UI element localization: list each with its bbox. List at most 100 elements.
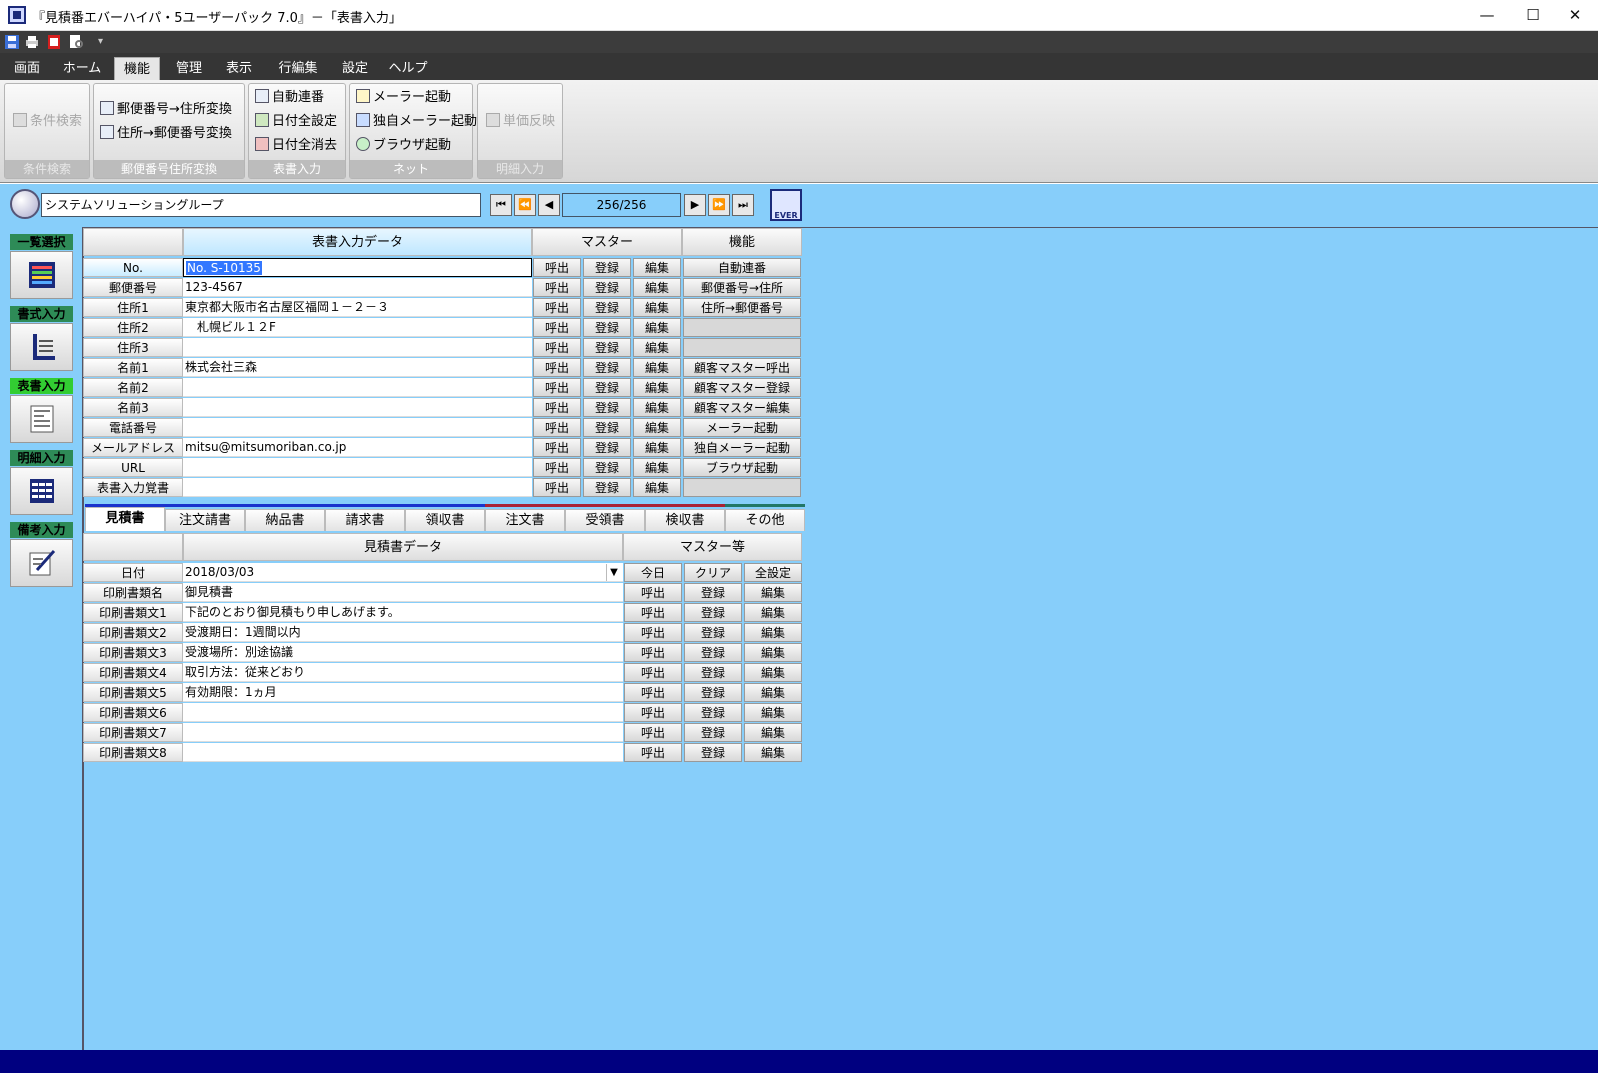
cover-edit-button-postal-code[interactable]: 編集 xyxy=(633,278,681,297)
estimate-register-button-doc-text2[interactable]: 登録 xyxy=(684,623,742,642)
cover-register-button-address3[interactable]: 登録 xyxy=(583,338,631,357)
cover-register-button-cover-memo[interactable]: 登録 xyxy=(583,478,631,497)
clear-all-dates-button[interactable]: 日付全消去 xyxy=(255,136,337,156)
cover-field-address3[interactable] xyxy=(183,338,532,357)
cover-recall-button-address1[interactable]: 呼出 xyxy=(533,298,581,317)
estimate-edit-button-doc-text6[interactable]: 編集 xyxy=(744,703,802,722)
cover-function-button-email[interactable]: 独自メーラー起動 xyxy=(683,438,801,457)
clear-date-button[interactable]: クリア xyxy=(684,563,742,582)
ever-save-icon[interactable]: EVER xyxy=(770,189,802,221)
next-page-button[interactable]: ⏩ xyxy=(708,194,730,216)
estimate-recall-button-doc-text8[interactable]: 呼出 xyxy=(624,743,682,762)
cover-edit-button-cover-memo[interactable]: 編集 xyxy=(633,478,681,497)
cover-register-button-name3[interactable]: 登録 xyxy=(583,398,631,417)
cover-recall-button-phone[interactable]: 呼出 xyxy=(533,418,581,437)
estimate-field-doc-text2[interactable]: 受渡期日：1週間以内 xyxy=(183,623,623,642)
cover-edit-button-phone[interactable]: 編集 xyxy=(633,418,681,437)
pdf-icon[interactable] xyxy=(46,34,62,50)
cover-edit-button-address3[interactable]: 編集 xyxy=(633,338,681,357)
cover-function-button-name2[interactable]: 顧客マスター登録 xyxy=(683,378,801,397)
estimate-register-button-doc-text5[interactable]: 登録 xyxy=(684,683,742,702)
set-all-date-button[interactable]: 全設定 xyxy=(744,563,802,582)
cover-edit-button-name1[interactable]: 編集 xyxy=(633,358,681,377)
tab-settings[interactable]: 設定 xyxy=(334,57,376,80)
tab-receipt[interactable]: 領収書 xyxy=(405,509,485,531)
estimate-edit-button-doc-text4[interactable]: 編集 xyxy=(744,663,802,682)
estimate-edit-button-doc-name[interactable]: 編集 xyxy=(744,583,802,602)
qat-customize-icon[interactable]: ▾ xyxy=(98,34,110,50)
cover-function-button-url[interactable]: ブラウザ起動 xyxy=(683,458,801,477)
cover-field-phone[interactable] xyxy=(183,418,532,437)
sidebar-item-cover-input[interactable] xyxy=(10,395,73,443)
estimate-register-button-doc-text4[interactable]: 登録 xyxy=(684,663,742,682)
cover-field-name2[interactable] xyxy=(183,378,532,397)
tab-estimate[interactable]: 見積書 xyxy=(85,507,165,531)
estimate-recall-button-doc-text3[interactable]: 呼出 xyxy=(624,643,682,662)
cover-function-button-no[interactable]: 自動連番 xyxy=(683,258,801,277)
date-input[interactable]: 2018/03/03 xyxy=(183,563,623,582)
cover-register-button-name2[interactable]: 登録 xyxy=(583,378,631,397)
cover-recall-button-name1[interactable]: 呼出 xyxy=(533,358,581,377)
estimate-edit-button-doc-text1[interactable]: 編集 xyxy=(744,603,802,622)
cover-register-button-address1[interactable]: 登録 xyxy=(583,298,631,317)
cover-register-button-name1[interactable]: 登録 xyxy=(583,358,631,377)
cover-function-button-address1[interactable]: 住所→郵便番号 xyxy=(683,298,801,317)
save-icon[interactable] xyxy=(4,34,20,50)
company-search-icon[interactable] xyxy=(10,189,40,219)
maximize-button[interactable]: ☐ xyxy=(1510,0,1556,31)
cover-field-cover-memo[interactable] xyxy=(183,478,532,497)
cover-register-button-email[interactable]: 登録 xyxy=(583,438,631,457)
cover-register-button-address2[interactable]: 登録 xyxy=(583,318,631,337)
cover-recall-button-address3[interactable]: 呼出 xyxy=(533,338,581,357)
tab-inspection[interactable]: 検収書 xyxy=(645,509,725,531)
estimate-edit-button-doc-text8[interactable]: 編集 xyxy=(744,743,802,762)
tab-order-confirmation[interactable]: 注文請書 xyxy=(165,509,245,531)
cover-edit-button-name2[interactable]: 編集 xyxy=(633,378,681,397)
estimate-field-doc-text4[interactable]: 取引方法：従来どおり xyxy=(183,663,623,682)
estimate-edit-button-doc-text3[interactable]: 編集 xyxy=(744,643,802,662)
close-button[interactable]: ✕ xyxy=(1552,0,1598,31)
tab-function[interactable]: 機能 xyxy=(114,57,160,80)
estimate-recall-button-doc-name[interactable]: 呼出 xyxy=(624,583,682,602)
cover-field-url[interactable] xyxy=(183,458,532,477)
cover-function-button-phone[interactable]: メーラー起動 xyxy=(683,418,801,437)
sidebar-item-note-input[interactable] xyxy=(10,539,73,587)
cover-edit-button-no[interactable]: 編集 xyxy=(633,258,681,277)
prev-record-button[interactable]: ◀ xyxy=(538,194,560,216)
cover-edit-button-name3[interactable]: 編集 xyxy=(633,398,681,417)
sidebar-item-detail-input[interactable] xyxy=(10,467,73,515)
estimate-register-button-doc-text7[interactable]: 登録 xyxy=(684,723,742,742)
cover-edit-button-email[interactable]: 編集 xyxy=(633,438,681,457)
estimate-field-doc-text6[interactable] xyxy=(183,703,623,722)
estimate-recall-button-doc-text7[interactable]: 呼出 xyxy=(624,723,682,742)
set-all-dates-button[interactable]: 日付全設定 xyxy=(255,112,337,132)
cover-recall-button-name3[interactable]: 呼出 xyxy=(533,398,581,417)
estimate-recall-button-doc-text1[interactable]: 呼出 xyxy=(624,603,682,622)
mailer-launch-button[interactable]: メーラー起動 xyxy=(356,88,451,108)
tab-home[interactable]: ホーム xyxy=(58,57,106,80)
tab-acknowledgment[interactable]: 受領書 xyxy=(565,509,645,531)
cover-field-address2[interactable]: 札幌ビル１２F xyxy=(183,318,532,337)
cover-field-name1[interactable]: 株式会社三森 xyxy=(183,358,532,377)
cover-recall-button-name2[interactable]: 呼出 xyxy=(533,378,581,397)
date-dropdown-icon[interactable]: ▼ xyxy=(606,564,621,581)
cover-field-name3[interactable] xyxy=(183,398,532,417)
estimate-field-doc-text7[interactable] xyxy=(183,723,623,742)
cover-field-no[interactable]: No. S-10135 xyxy=(183,258,532,277)
estimate-edit-button-doc-text5[interactable]: 編集 xyxy=(744,683,802,702)
estimate-recall-button-doc-text6[interactable]: 呼出 xyxy=(624,703,682,722)
tab-purchase-order[interactable]: 注文書 xyxy=(485,509,565,531)
estimate-register-button-doc-text6[interactable]: 登録 xyxy=(684,703,742,722)
cover-recall-button-address2[interactable]: 呼出 xyxy=(533,318,581,337)
print-preview-icon[interactable] xyxy=(68,34,84,50)
cover-function-button-name3[interactable]: 顧客マスター編集 xyxy=(683,398,801,417)
cover-recall-button-email[interactable]: 呼出 xyxy=(533,438,581,457)
estimate-field-doc-text3[interactable]: 受渡場所：別途協議 xyxy=(183,643,623,662)
cover-register-button-phone[interactable]: 登録 xyxy=(583,418,631,437)
estimate-field-doc-text1[interactable]: 下記のとおり御見積もり申しあげます。 xyxy=(183,603,623,622)
estimate-register-button-doc-name[interactable]: 登録 xyxy=(684,583,742,602)
today-button[interactable]: 今日 xyxy=(624,563,682,582)
sidebar-item-list-select[interactable] xyxy=(10,251,73,299)
company-field[interactable]: システムソリューショングループ xyxy=(41,193,481,217)
auto-number-button[interactable]: 自動連番 xyxy=(255,88,324,108)
